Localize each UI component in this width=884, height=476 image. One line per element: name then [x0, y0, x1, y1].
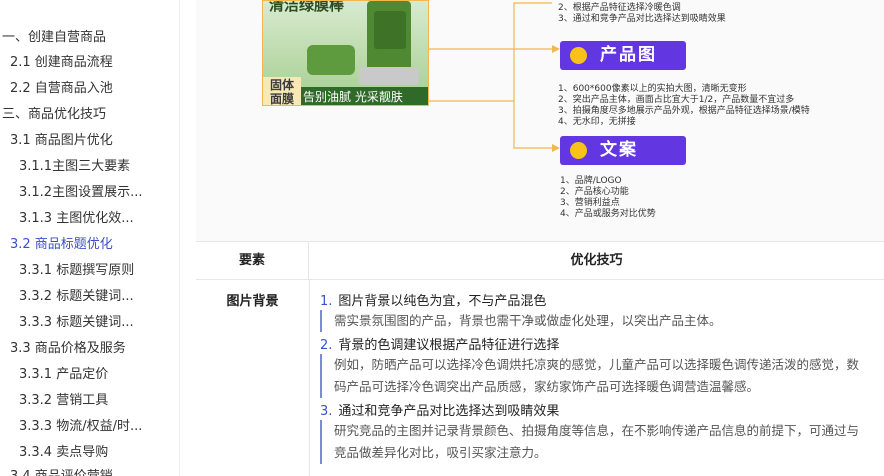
table-header-tips: 优化技巧: [570, 253, 623, 268]
tip-number: 3.: [320, 404, 333, 419]
tip-description: 例如，防晒产品可以选择冷色调烘托凉爽的感觉，儿童产品可以选择暖色调传递活泼的感觉…: [320, 354, 870, 398]
product-note: 2、突出产品主体，画面占比宜大于1/2，产品数量不宜过多: [558, 95, 795, 105]
row-label: 图片背景: [226, 294, 279, 309]
toc-item[interactable]: 3.3.1 标题撰写原则: [19, 262, 134, 280]
toc-item[interactable]: 3.3.4 卖点导购: [19, 444, 108, 462]
tip-title: 2. 背景的色调建议根据产品特征进行选择: [320, 334, 559, 353]
tip-title: 3. 通过和竞争产品对比选择达到吸睛效果: [320, 400, 559, 419]
toc-item[interactable]: 3.1.2主图设置展示...: [19, 184, 142, 202]
copy-note: 1、品牌/LOGO: [560, 176, 622, 186]
main-image-illustration: 清洁绿膜棒 固体 面膜 告别油腻 光采靓肤 2、根据产品特征选择冷暖色调 3、通…: [196, 0, 884, 241]
main-content: 清洁绿膜棒 固体 面膜 告别油腻 光采靓肤 2、根据产品特征选择冷暖色调 3、通…: [196, 0, 884, 476]
top-note: 2、根据产品特征选择冷暖色调: [558, 3, 681, 13]
tip-title: 1. 图片背景以纯色为宜，不与产品混色: [320, 290, 546, 309]
copy-note: 2、产品核心功能: [560, 187, 629, 197]
copy-note: 4、产品或服务对比优势: [560, 209, 656, 219]
dot-icon: [570, 47, 587, 64]
copy-pill-label: 文案: [600, 140, 638, 160]
toc-item[interactable]: 3.3.1 产品定价: [19, 366, 108, 384]
tip-title-text: 背景的色调建议根据产品特征进行选择: [338, 338, 560, 353]
connector-lines: [429, 2, 560, 152]
toc-sidebar: 一、创建自营商品 2.1 创建商品流程 2.2 自营商品入池 三、商品优化技巧 …: [0, 0, 180, 476]
dot-icon: [570, 142, 587, 159]
column-divider: [309, 280, 310, 476]
toc-item[interactable]: 2.1 创建商品流程: [10, 54, 113, 72]
toc-item[interactable]: 三、商品优化技巧: [2, 106, 106, 124]
toc-item[interactable]: 3.1.1主图三大要素: [19, 158, 130, 176]
toc-item[interactable]: 3.3.3 标题关键词...: [19, 314, 134, 332]
toc-item[interactable]: 一、创建自营商品: [2, 29, 106, 47]
copy-note: 3、营销利益点: [560, 198, 620, 208]
toc-item[interactable]: 3.3 商品价格及服务: [10, 340, 126, 358]
product-image-pill-label: 产品图: [600, 45, 657, 65]
tip-title-text: 通过和竞争产品对比选择达到吸睛效果: [338, 404, 560, 419]
toc-item[interactable]: 3.1.3 主图优化效...: [19, 210, 134, 228]
top-note: 3、通过和竞争产品对比选择达到吸睛效果: [558, 14, 726, 24]
optimization-table: 要素 优化技巧 图片背景 1. 图片背景以纯色为宜，不与产品混色 需实景氛围图的产…: [196, 241, 884, 476]
toc-item[interactable]: 3.4 商品评价营销: [10, 468, 113, 476]
toc-item[interactable]: 3.1 商品图片优化: [10, 132, 113, 150]
toc-item[interactable]: 3.3.2 营销工具: [19, 392, 108, 410]
tip-number: 2.: [320, 338, 333, 353]
product-note: 3、拍摄角度尽多地展示产品外观，根据产品特征选择场景/模特: [558, 106, 810, 116]
product-image-pill: 产品图: [560, 41, 686, 70]
toc-item[interactable]: 3.3.2 标题关键词...: [19, 288, 134, 306]
tip-number: 1.: [320, 294, 333, 309]
toc-item[interactable]: 3.3.3 物流/权益/时...: [19, 418, 142, 436]
tip-description: 研究竞品的主图并记录背景颜色、拍摄角度等信息，在不影响传递产品信息的前提下，可通…: [320, 420, 870, 464]
copy-pill: 文案: [560, 136, 686, 165]
toc-item[interactable]: 2.2 自营商品入池: [10, 80, 113, 98]
tip-description: 需实景氛围图的产品，背景也需干净或做虚化处理，以突出产品主体。: [320, 310, 870, 332]
tip-title-text: 图片背景以纯色为宜，不与产品混色: [338, 294, 547, 309]
toc-item-active[interactable]: 3.2 商品标题优化: [10, 236, 113, 254]
product-note: 1、600*600像素以上的实拍大图，清晰无变形: [558, 84, 747, 94]
table-header-element: 要素: [196, 242, 309, 280]
table-header-row: 要素 优化技巧: [196, 242, 884, 280]
product-note: 4、无水印，无拼接: [558, 117, 636, 127]
